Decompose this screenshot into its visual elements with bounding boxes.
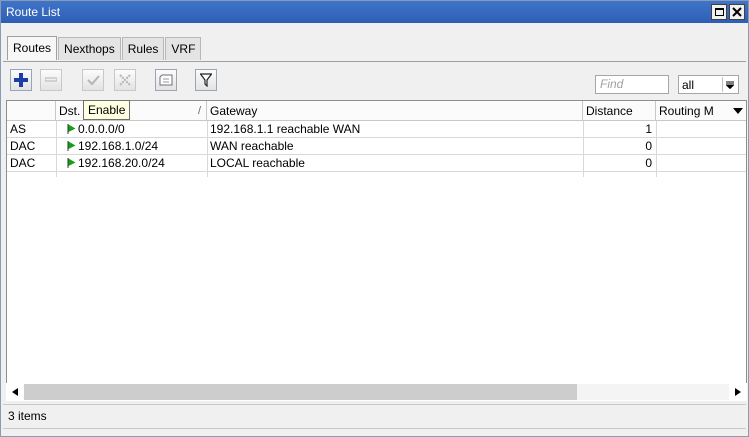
cell-type: AS (10, 122, 27, 136)
dst-address: 192.168.1.0/24 (78, 139, 159, 153)
tab-bar: Routes Nexthops Rules VRF (7, 36, 202, 61)
sort-indicator-icon: / (198, 105, 202, 117)
dst-address: 0.0.0.0/0 (78, 122, 125, 136)
tab-vrf[interactable]: VRF (165, 37, 202, 60)
close-button[interactable] (729, 4, 745, 20)
column-header-distance[interactable]: Distance (583, 101, 656, 121)
comment-button[interactable] (155, 69, 177, 91)
scroll-right-button[interactable] (729, 383, 747, 401)
tab-routes[interactable]: Routes (7, 36, 58, 60)
table-row[interactable]: DAC 192.168.20.0/24 LOCAL reachable 0 (7, 156, 746, 172)
tab-nexthops[interactable]: Nexthops (58, 37, 121, 60)
routes-table: Dst. / Gateway Distance Routing M AS 0.0… (6, 100, 747, 400)
scroll-thumb[interactable] (24, 384, 577, 400)
dst-address: 192.168.20.0/24 (78, 156, 165, 170)
cell-type: DAC (10, 156, 36, 170)
window-title: Route List (6, 5, 61, 19)
filter-button[interactable] (195, 69, 217, 91)
plus-icon (14, 73, 28, 87)
table-row[interactable]: AS 0.0.0.0/0 192.168.1.1 reachable WAN 1 (7, 122, 746, 138)
horizontal-scrollbar[interactable] (6, 383, 747, 401)
x-icon (119, 74, 131, 86)
maximize-button[interactable] (711, 4, 727, 20)
cell-distance: 0 (645, 156, 652, 170)
cell-dst: 192.168.20.0/24 (64, 156, 207, 172)
add-button[interactable] (10, 69, 32, 91)
arrow-right-icon (735, 388, 741, 396)
cell-gateway: LOCAL reachable (210, 156, 305, 170)
filter-select[interactable]: all (678, 75, 739, 94)
column-header-routing-mark[interactable]: Routing M (656, 101, 729, 121)
cell-routing-mark (656, 156, 729, 172)
cell-distance: 1 (645, 122, 652, 136)
remove-button[interactable] (40, 69, 62, 91)
cell-type: DAC (10, 139, 36, 153)
maximize-icon (714, 8, 724, 16)
chevron-down-icon (722, 77, 737, 92)
active-flag-icon (67, 158, 76, 168)
column-header-gateway[interactable]: Gateway (207, 101, 583, 121)
tab-divider (3, 61, 746, 62)
cell-routing-mark (656, 122, 729, 138)
active-flag-icon (67, 124, 76, 134)
filter-icon (200, 73, 212, 87)
cell-dst: 192.168.1.0/24 (64, 139, 207, 155)
minus-icon (45, 77, 57, 82)
status-bar: 3 items (3, 404, 746, 426)
cell-gateway: WAN reachable (210, 139, 294, 153)
cell-dst: 0.0.0.0/0 (64, 122, 207, 138)
column-menu-button[interactable] (729, 101, 746, 121)
title-bar[interactable]: Route List (1, 1, 748, 23)
filter-select-value: all (682, 78, 695, 92)
enable-tooltip: Enable (83, 100, 131, 120)
find-input[interactable]: Find (595, 75, 669, 94)
cell-distance: 0 (645, 139, 652, 153)
active-flag-icon (67, 141, 76, 151)
cell-gateway: 192.168.1.1 reachable WAN (210, 122, 361, 136)
tab-rules[interactable]: Rules (121, 37, 165, 60)
window-bottom-divider (3, 428, 746, 429)
cell-routing-mark (656, 139, 729, 155)
close-icon (732, 7, 742, 17)
disable-button[interactable] (114, 69, 136, 91)
column-header-type[interactable] (7, 101, 56, 121)
comment-icon (159, 74, 173, 86)
scroll-left-button[interactable] (6, 383, 24, 401)
check-icon (86, 75, 100, 86)
item-count: 3 items (8, 409, 47, 423)
table-row[interactable]: DAC 192.168.1.0/24 WAN reachable 0 (7, 139, 746, 155)
chevron-down-icon (732, 108, 743, 114)
arrow-left-icon (12, 388, 18, 396)
enable-button[interactable] (82, 69, 104, 91)
column-header-dst[interactable]: Dst. (56, 101, 207, 121)
route-list-window: Route List Routes Nexthops Rules VRF Fin… (0, 0, 749, 437)
